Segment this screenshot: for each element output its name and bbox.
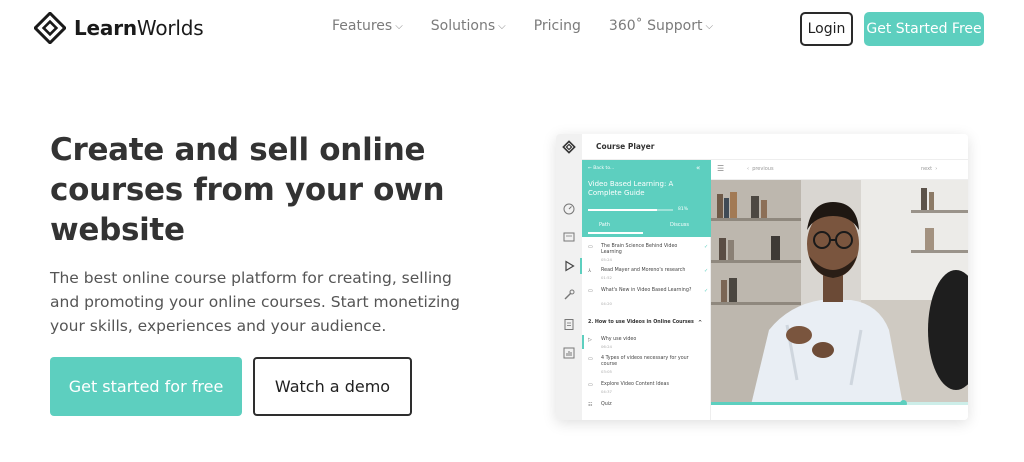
course-outline-header: ← Back to... « Video Based Learning: A C… bbox=[582, 160, 711, 237]
pdf-icon: ⅄ bbox=[588, 268, 592, 274]
book-icon: ▭ bbox=[588, 356, 593, 362]
dashboard-icon[interactable] bbox=[562, 202, 576, 216]
brand-name: LearnWorlds bbox=[74, 16, 204, 40]
instructor-video-frame bbox=[711, 180, 968, 405]
next-link[interactable]: next › bbox=[921, 166, 937, 172]
section-title: 2. How to use Videos in Online Courses bbox=[588, 320, 694, 325]
lesson-duration: 04:20 bbox=[601, 301, 612, 306]
lesson-duration: 01:52 bbox=[601, 275, 612, 280]
lesson-title: What's New in Video Based Learning? bbox=[601, 288, 692, 293]
player-header: Course Player bbox=[582, 134, 968, 160]
course-title: Video Based Learning: A Complete Guide bbox=[588, 180, 674, 197]
quiz-icon: ☷ bbox=[588, 402, 593, 408]
hero-description: The best online course platform for crea… bbox=[50, 269, 460, 335]
next-label: next bbox=[921, 166, 933, 172]
player-header-title: Course Player bbox=[596, 142, 655, 151]
player-icon-rail bbox=[556, 134, 582, 420]
certificate-icon[interactable] bbox=[562, 230, 576, 244]
book-icon: ▭ bbox=[588, 288, 593, 294]
chevron-down-icon: ⌵ bbox=[498, 20, 506, 32]
get-started-for-free-button[interactable]: Get started for free bbox=[50, 357, 242, 416]
lesson-duration: 04:37 bbox=[601, 389, 612, 394]
lesson-duration: 03:05 bbox=[601, 369, 612, 374]
nav-item-features[interactable]: Features ⌵ bbox=[332, 18, 403, 34]
lesson-duration: 05:24 bbox=[601, 257, 612, 262]
active-lesson-indicator bbox=[582, 335, 584, 349]
lesson-title: Read Mayer and Moreno's research bbox=[601, 268, 686, 273]
book-icon: ▭ bbox=[588, 382, 593, 388]
chevron-up-icon: ^ bbox=[698, 320, 703, 326]
book-icon: ▭ bbox=[588, 244, 593, 250]
course-progress-value: 81% bbox=[678, 207, 689, 212]
course-progress-bar bbox=[588, 209, 673, 211]
nav-item-solutions[interactable]: Solutions ⌵ bbox=[431, 18, 506, 34]
video-player[interactable] bbox=[711, 180, 968, 405]
chevron-down-icon: ⌵ bbox=[705, 20, 714, 32]
nav-item-support[interactable]: 360˚ Support ⌵ bbox=[609, 18, 713, 34]
previous-link[interactable]: ‹ previous bbox=[747, 166, 774, 172]
learnworlds-logo-icon bbox=[34, 12, 66, 44]
check-icon: ✓ bbox=[704, 268, 709, 274]
play-icon: ▷ bbox=[588, 337, 592, 343]
lesson-duration: 06:24 bbox=[601, 344, 612, 349]
login-button[interactable]: Login bbox=[800, 12, 853, 46]
check-icon: ✓ bbox=[704, 244, 709, 250]
lesson-title: 4 Types of videos necessary for your cou… bbox=[601, 356, 689, 367]
nav-item-label: Solutions bbox=[430, 18, 496, 34]
previous-label: previous bbox=[752, 166, 774, 172]
player-footer bbox=[711, 405, 968, 420]
nav-item-label: 360˚ Support bbox=[608, 18, 703, 34]
nav-item-label: Features bbox=[332, 18, 393, 34]
wrench-icon[interactable] bbox=[562, 288, 576, 302]
lesson-title: Quiz bbox=[601, 402, 612, 407]
brand-logo[interactable]: LearnWorlds bbox=[34, 12, 204, 44]
play-icon[interactable] bbox=[562, 259, 576, 273]
menu-icon[interactable]: ☰ bbox=[717, 164, 724, 173]
lesson-title: Why use video bbox=[601, 337, 637, 342]
back-link[interactable]: ← Back to... bbox=[588, 166, 614, 171]
check-icon: ✓ bbox=[704, 288, 709, 294]
lesson-title: The Brain Science Behind Video Learning bbox=[601, 244, 678, 255]
watch-demo-button[interactable]: Watch a demo bbox=[253, 357, 412, 416]
tab-discuss[interactable]: Discuss bbox=[670, 222, 689, 228]
chevron-down-icon: ⌵ bbox=[395, 20, 403, 32]
active-tab-underline bbox=[588, 232, 643, 234]
clipboard-icon[interactable] bbox=[562, 317, 576, 331]
player-topbar: ☰ ‹ previous next › bbox=[711, 160, 968, 180]
main-menu: Features ⌵ Solutions ⌵ Pricing 360˚ Supp… bbox=[332, 18, 741, 34]
course-outline-panel: ← Back to... « Video Based Learning: A C… bbox=[582, 160, 711, 420]
back-link-label: Back to... bbox=[593, 166, 615, 171]
section-header[interactable]: 2. How to use Videos in Online Courses ^ bbox=[588, 320, 706, 326]
course-progress-fill bbox=[588, 209, 657, 211]
tab-path[interactable]: Path bbox=[599, 222, 610, 228]
lesson-title: Explore Video Content Ideas bbox=[601, 382, 669, 387]
nav-item-pricing[interactable]: Pricing bbox=[534, 18, 581, 34]
collapse-icon[interactable]: « bbox=[696, 164, 700, 172]
top-navigation: LearnWorlds Features ⌵ Solutions ⌵ Prici… bbox=[0, 0, 1024, 58]
stats-icon[interactable] bbox=[562, 346, 576, 360]
nav-item-label: Pricing bbox=[533, 18, 581, 34]
logo-icon bbox=[562, 140, 576, 154]
hero-title: Create and sell online courses from your… bbox=[50, 132, 445, 248]
get-started-free-button[interactable]: Get Started Free bbox=[864, 12, 984, 46]
course-player-mockup: Course Player ← Back to... « Video Based… bbox=[556, 134, 968, 420]
